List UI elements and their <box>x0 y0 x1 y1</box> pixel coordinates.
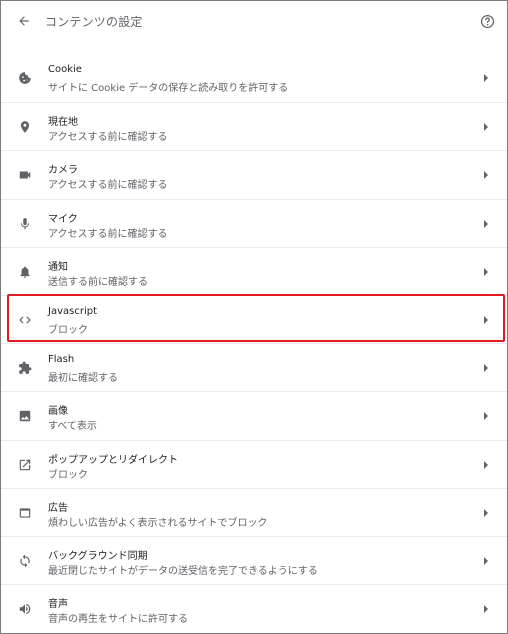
row-sublabel: 送信する前に確認する <box>48 276 148 288</box>
row-sublabel: アクセスする前に確認する <box>48 132 168 144</box>
content-settings-page: コンテンツの設定 Cookie サイトに Cookie データの保存と読み取りを… <box>0 0 508 634</box>
page-header: コンテンツの設定 <box>1 1 507 41</box>
back-button[interactable] <box>14 11 34 31</box>
settings-row-sound[interactable]: 音声 音声の再生をサイトに許可する <box>1 584 507 632</box>
row-label: カメラ <box>48 165 78 177</box>
settings-row-microphone[interactable]: マイク アクセスする前に確認する <box>1 198 507 247</box>
row-sublabel: 最近閉じたサイトがデータの送受信を完了できるようにする <box>48 565 318 577</box>
arrow-back-icon <box>19 16 29 26</box>
row-sublabel: 音声の再生をサイトに許可する <box>48 614 188 626</box>
row-label: 画像 <box>48 406 68 418</box>
chevron-right-icon <box>481 169 491 181</box>
row-label: 広告 <box>48 502 68 514</box>
row-sublabel: 最初に確認する <box>48 373 118 385</box>
page-title: コンテンツの設定 <box>45 15 143 29</box>
chevron-right-icon <box>481 459 491 471</box>
row-sublabel: 煩わしい広告がよく表示されるサイトでブロック <box>48 517 268 529</box>
row-label: Cookie <box>48 64 82 75</box>
chevron-right-icon <box>481 266 491 278</box>
settings-row-notifications[interactable]: 通知 送信する前に確認する <box>1 246 507 295</box>
row-label: 音声 <box>48 599 68 611</box>
settings-row-location[interactable]: 現在地 アクセスする前に確認する <box>1 102 507 150</box>
sync-icon <box>16 552 34 570</box>
chevron-right-icon <box>481 603 491 615</box>
row-label: Javascript <box>48 305 97 317</box>
chevron-right-icon <box>481 362 491 374</box>
chevron-right-icon <box>481 555 491 567</box>
row-sublabel: アクセスする前に確認する <box>48 180 168 192</box>
puzzle-icon <box>16 359 34 377</box>
row-label: 現在地 <box>48 117 78 129</box>
chevron-right-icon <box>481 72 491 84</box>
chevron-right-icon <box>481 121 491 133</box>
row-label: バックグラウンド同期 <box>48 550 148 562</box>
camera-icon <box>16 166 34 184</box>
microphone-icon <box>16 215 34 233</box>
row-sublabel: サイトに Cookie データの保存と読み取りを許可する <box>48 83 289 94</box>
settings-row-camera[interactable]: カメラ アクセスする前に確認する <box>1 150 507 198</box>
settings-row-background-sync[interactable]: バックグラウンド同期 最近閉じたサイトがデータの送受信を完了できるようにする <box>1 535 507 584</box>
help-circle-icon <box>480 14 494 28</box>
row-sublabel: すべて表示 <box>48 421 97 433</box>
settings-list: Cookie サイトに Cookie データの保存と読み取りを許可する 現在地 … <box>1 54 507 632</box>
row-label: マイク <box>48 213 78 225</box>
row-label: ポップアップとリダイレクト <box>48 454 178 466</box>
settings-row-images[interactable]: 画像 すべて表示 <box>1 391 507 439</box>
ad-window-icon <box>16 504 34 522</box>
row-sublabel: ブロック <box>48 469 88 481</box>
row-label: 通知 <box>48 261 68 273</box>
settings-row-ads[interactable]: 広告 煩わしい広告がよく表示されるサイトでブロック <box>1 487 507 536</box>
image-icon <box>16 407 34 425</box>
settings-row-popups[interactable]: ポップアップとリダイレクト ブロック <box>1 439 507 488</box>
code-icon <box>16 311 34 329</box>
settings-row-javascript[interactable]: Javascript ブロック <box>1 294 507 343</box>
row-sublabel: ブロック <box>48 324 88 336</box>
location-pin-icon <box>16 118 34 136</box>
chevron-right-icon <box>481 507 491 519</box>
help-button[interactable] <box>477 11 497 31</box>
chevron-right-icon <box>481 410 491 422</box>
volume-icon <box>16 600 34 618</box>
cookie-icon <box>16 69 34 87</box>
open-in-new-icon <box>16 456 34 474</box>
bell-icon <box>16 263 34 281</box>
chevron-right-icon <box>481 314 491 326</box>
row-label: Flash <box>48 354 75 366</box>
settings-row-cookie[interactable]: Cookie サイトに Cookie データの保存と読み取りを許可する <box>1 54 507 102</box>
settings-row-flash[interactable]: Flash 最初に確認する <box>1 343 507 391</box>
row-sublabel: アクセスする前に確認する <box>48 228 168 240</box>
chevron-right-icon <box>481 218 491 230</box>
